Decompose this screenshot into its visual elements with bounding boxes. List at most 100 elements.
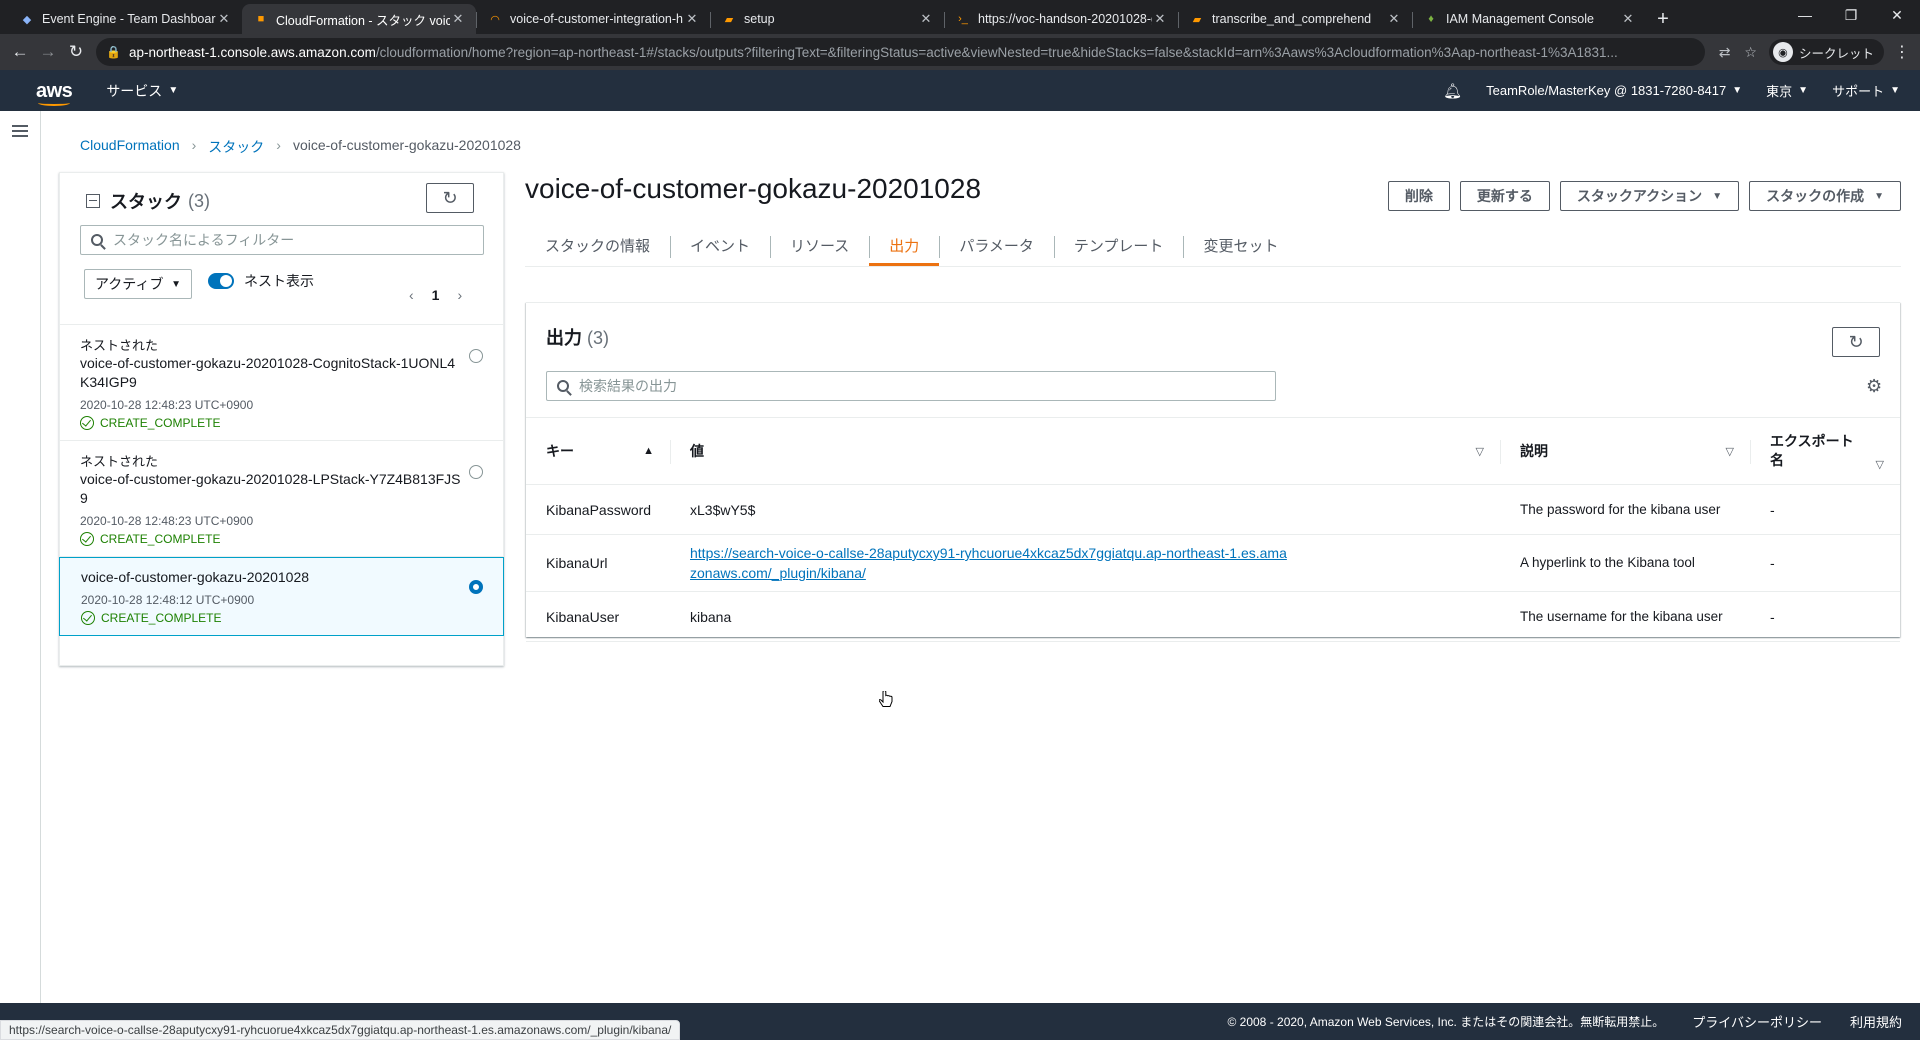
delete-button[interactable]: 削除 [1387,181,1450,211]
tab-template[interactable]: テンプレート [1053,225,1184,266]
column-export[interactable]: エクスポート名 ▽ [1750,418,1900,484]
stack-name: voice-of-customer-gokazu-20201028-Cognit… [80,355,456,390]
aws-logo[interactable]: aws [36,81,73,106]
footer-copyright: © 2008 - 2020, Amazon Web Services, Inc.… [1227,1015,1665,1029]
loading-icon: ◠ [490,13,500,26]
restore-icon[interactable]: ❐ [1828,0,1874,30]
stack-radio[interactable] [469,349,483,363]
collapse-icon[interactable] [86,194,100,208]
pagination: ‹ 1 › [409,287,462,303]
tab-title: voice-of-customer-integration-h [510,12,683,26]
close-icon[interactable]: ✕ [450,11,466,27]
tab-stack-info[interactable]: スタックの情報 [525,225,670,266]
check-circle-icon [80,416,94,430]
nested-view-toggle[interactable]: ネスト表示 [208,271,314,291]
update-button[interactable]: 更新する [1459,181,1550,211]
stack-item-lp[interactable]: ネストされた voice-of-customer-gokazu-20201028… [60,441,503,557]
tab-outputs[interactable]: 出力 [869,225,940,266]
tab-resources[interactable]: リソース [770,225,869,266]
translate-icon[interactable]: ⇄ [1719,44,1731,61]
page-number[interactable]: 1 [432,287,440,303]
stack-filter-input[interactable]: スタック名によるフィルター [80,225,484,255]
kibana-url-link[interactable]: https://search-voice-o-callse-28aputycxy… [690,543,1290,583]
address-bar: ← → ↻ 🔒 ap-northeast-1.console.aws.amazo… [0,34,1920,70]
sort-ascending-icon[interactable]: ▲ [643,445,654,457]
terms-link[interactable]: 利用規約 [1850,1012,1902,1031]
forward-icon[interactable]: → [34,38,62,66]
close-icon[interactable]: ✕ [684,11,700,27]
reload-icon[interactable]: ↻ [62,38,90,66]
browser-tab-0[interactable]: ◆ Event Engine - Team Dashboard ✕ [8,4,242,34]
close-icon[interactable]: ✕ [1152,11,1168,27]
tab-parameters[interactable]: パラメータ [939,225,1054,266]
browser-tab-3[interactable]: ▰ setup ✕ [710,4,944,34]
stack-actions-button[interactable]: スタックアクション ▼ [1559,181,1740,211]
column-value[interactable]: 値 ▽ [670,418,1500,484]
browser-tab-6[interactable]: ♦ IAM Management Console ✕ [1412,4,1646,34]
close-icon[interactable]: ✕ [918,11,934,27]
chevron-right-icon[interactable]: › [457,287,462,303]
tab-title: transcribe_and_comprehend [1212,12,1372,26]
chevron-left-icon[interactable]: ‹ [409,287,414,303]
doc-icon: ▰ [1192,13,1202,26]
support-label: サポート [1832,84,1885,99]
tab-title: setup [744,12,775,26]
browser-menu-icon[interactable]: ⋮ [1890,42,1914,62]
back-icon[interactable]: ← [6,38,34,66]
breadcrumb-stacks[interactable]: スタック [208,137,264,157]
doc-icon: ▰ [724,13,734,26]
outputs-count: (3) [587,328,610,348]
browser-tab-1[interactable]: ■ CloudFormation - スタック voice-o✕ [242,4,476,34]
stack-item-cognito[interactable]: ネストされた voice-of-customer-gokazu-20201028… [60,325,503,441]
tab-events[interactable]: イベント [670,225,770,266]
support-menu[interactable]: サポート ▼ [1832,81,1900,100]
search-icon [91,234,103,246]
stack-radio-selected[interactable] [469,580,483,594]
window-controls: — ❐ ✕ [1782,0,1920,30]
browser-tab-5[interactable]: ▰ transcribe_and_comprehend ✕ [1178,4,1412,34]
sort-icon[interactable]: ▽ [1876,456,1884,475]
hamburger-menu-icon[interactable] [12,125,28,137]
breadcrumb-cloudformation[interactable]: CloudFormation [80,137,180,157]
outputs-search-input[interactable]: 検索結果の出力 [546,371,1276,401]
detail-tabs: スタックの情報 イベント リソース 出力 パラメータ テンプレート 変更セット [525,225,1901,266]
new-tab-button[interactable]: + [1646,4,1680,34]
url-input[interactable]: 🔒 ap-northeast-1.console.aws.amazon.com … [96,38,1705,66]
stack-item-root[interactable]: voice-of-customer-gokazu-20201028 2020-1… [59,557,504,636]
output-export: - [1770,608,1775,625]
close-icon[interactable]: ✕ [216,11,232,27]
outputs-title-text: 出力 [546,328,582,348]
browser-tab-2[interactable]: ◠ voice-of-customer-integration-h ✕ [476,4,710,34]
stack-list: ネストされた voice-of-customer-gokazu-20201028… [59,324,504,636]
caret-down-icon: ▼ [1712,190,1723,202]
tab-changesets[interactable]: 変更セット [1183,225,1298,266]
bell-icon[interactable]: 🔔︎ [1443,82,1462,100]
chevron-right-icon: › [191,137,197,153]
lock-icon[interactable]: 🔒 [106,45,121,59]
refresh-stacks-button[interactable]: ↻ [426,183,474,213]
account-menu[interactable]: TeamRole/MasterKey @ 1831-7280-8417 ▼ [1486,83,1742,98]
gear-icon[interactable]: ⚙ [1866,377,1884,395]
status-filter-select[interactable]: アクティブ ▼ [84,269,192,299]
close-window-icon[interactable]: ✕ [1874,0,1920,30]
browser-tab-4[interactable]: ›_ https://voc-handson-20201028-g ✕ [944,4,1178,34]
caret-down-icon: ▼ [1890,85,1900,96]
minimize-icon[interactable]: — [1782,0,1828,30]
stack-radio[interactable] [469,465,483,479]
sort-icon[interactable]: ▽ [1726,445,1734,458]
account-label: TeamRole/MasterKey @ 1831-7280-8417 [1486,83,1727,98]
close-icon[interactable]: ✕ [1620,11,1636,27]
tab-divider [525,266,1901,267]
bookmark-star-icon[interactable]: ☆ [1744,44,1757,61]
create-stack-button[interactable]: スタックの作成 ▼ [1749,181,1901,211]
close-icon[interactable]: ✕ [1386,11,1402,27]
sort-icon[interactable]: ▽ [1476,445,1484,458]
services-menu[interactable]: サービス ▼ [106,81,178,101]
column-key[interactable]: キー ▲ [526,418,670,484]
toggle-switch[interactable] [208,273,234,289]
column-description[interactable]: 説明 ▽ [1500,418,1750,484]
privacy-link[interactable]: プライバシーポリシー [1692,1012,1822,1031]
refresh-outputs-button[interactable]: ↻ [1832,327,1880,357]
region-menu[interactable]: 東京 ▼ [1766,81,1808,100]
incognito-badge[interactable]: ◉ シークレット [1768,39,1884,65]
